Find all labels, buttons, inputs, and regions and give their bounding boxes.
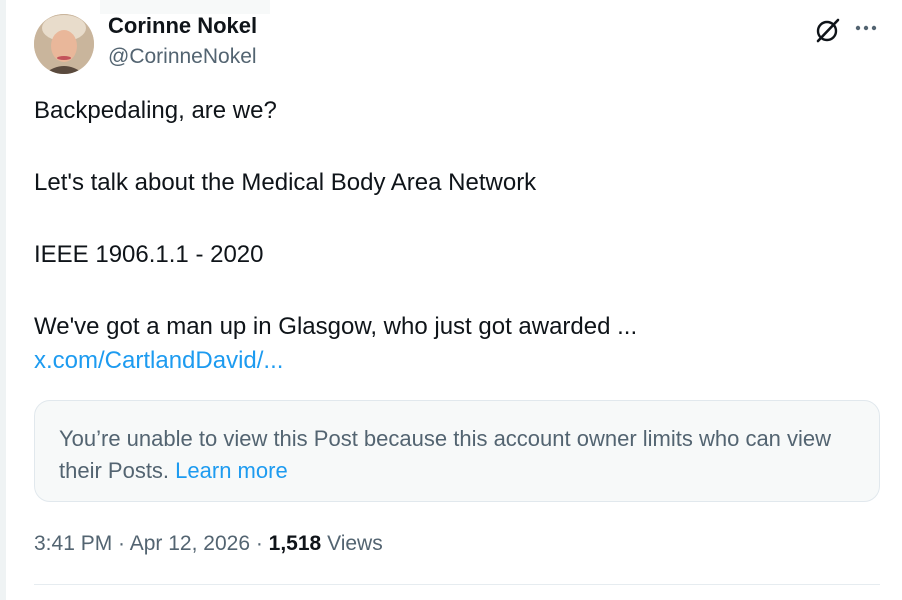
- post-date[interactable]: Apr 12, 2026: [130, 532, 250, 555]
- post-meta: 3:41 PM · Apr 12, 2026 · 1,518 Views: [34, 530, 383, 558]
- author-handle[interactable]: @CorinneNokel: [108, 44, 257, 70]
- author-name[interactable]: Corinne Nokel: [108, 12, 257, 40]
- meta-separator: ·: [250, 532, 269, 555]
- post-text-line: We've got a man up in Glasgow, who just …: [34, 313, 638, 340]
- grok-icon[interactable]: [814, 16, 842, 44]
- post-text-line: IEEE 1906.1.1 - 2020: [34, 241, 264, 268]
- views-label[interactable]: Views: [321, 532, 383, 555]
- divider: [34, 584, 880, 585]
- post-text-line: Backpedaling, are we?: [34, 97, 277, 124]
- post-text-line: Let's talk about the Medical Body Area N…: [34, 169, 537, 196]
- meta-separator: ·: [112, 532, 130, 555]
- more-icon[interactable]: [852, 14, 880, 42]
- learn-more-link[interactable]: Learn more: [175, 458, 288, 483]
- avatar[interactable]: [34, 14, 94, 74]
- post-link[interactable]: x.com/CartlandDavid/...: [34, 346, 283, 376]
- post-time[interactable]: 3:41 PM: [34, 532, 112, 555]
- left-border: [0, 0, 6, 600]
- avatar-image: [34, 14, 94, 74]
- views-count[interactable]: 1,518: [269, 532, 322, 555]
- restricted-post-notice: You’re unable to view this Post because …: [34, 400, 880, 502]
